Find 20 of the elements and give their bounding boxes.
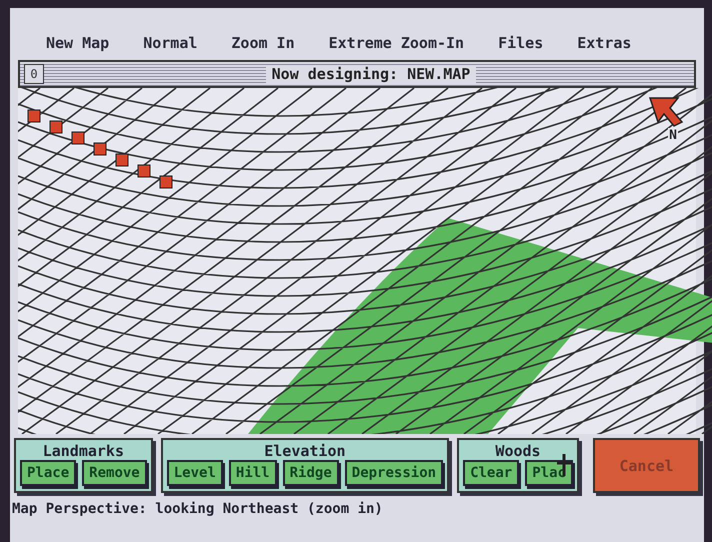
tool-button[interactable]: Depression [344, 460, 444, 486]
window-title: Now designing: NEW.MAP [266, 65, 476, 83]
menu-item[interactable]: Extreme Zoom-In [328, 34, 464, 56]
menu-item[interactable]: New Map [46, 34, 110, 56]
tool-button[interactable]: Remove [82, 460, 147, 486]
menu-item[interactable]: Zoom In [231, 34, 295, 56]
menu-item[interactable]: Files [498, 34, 544, 56]
panel-title: Elevation [264, 442, 346, 460]
tool-button[interactable]: Level [166, 460, 223, 486]
close-box[interactable]: 0 [24, 64, 44, 84]
panel-title: Woods [495, 442, 541, 460]
tool-button[interactable]: Hill [228, 460, 277, 486]
tool-button[interactable]: Ridge [282, 460, 339, 486]
tool-button[interactable]: Clear [463, 460, 520, 486]
menu-item[interactable]: Extras [577, 34, 632, 56]
status-text: Map Perspective: looking Northeast (zoom in) [12, 501, 384, 517]
tool-button[interactable]: Plac [525, 460, 573, 486]
menu-item[interactable]: Normal [143, 34, 198, 56]
panel-title: Landmarks [42, 442, 124, 460]
tool-button[interactable]: Place [20, 460, 76, 486]
